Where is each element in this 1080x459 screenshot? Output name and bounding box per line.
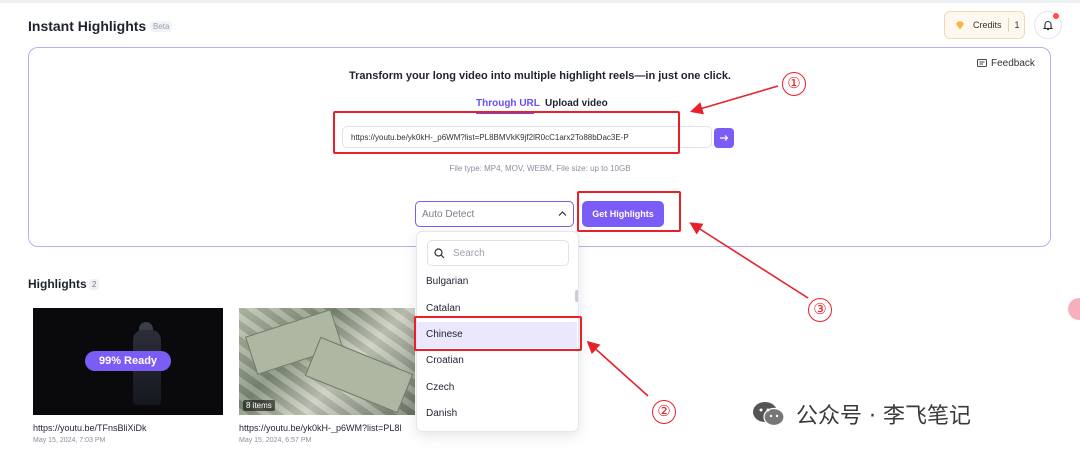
highlights-heading: Highlights [28,277,87,291]
annotation-arrow-2 [586,340,649,397]
annotation-number-3: ③ [808,298,832,322]
annotation-box-url [333,111,680,154]
tab-through-url[interactable]: Through URL [476,98,540,109]
page-title: Instant Highlights [28,18,147,34]
wechat-icon [753,402,785,427]
credits-label: Credits [973,20,1002,30]
annotation-number-1: ① [782,72,806,96]
highlight-url[interactable]: https://youtu.be/yk0kH-_p6WM?list=PL8l [239,423,417,433]
beta-badge: Beta [150,21,173,32]
highlights-count-badge: 2 [89,279,100,290]
credits-button[interactable]: Credits 1 [944,11,1025,39]
top-divider [0,0,1080,3]
credits-separator [1007,18,1009,32]
credits-value: 1 [1014,20,1020,30]
highlight-card-thumbnail[interactable]: 8 items [239,308,415,415]
arrow-right-icon [720,135,729,141]
language-option[interactable]: Danish [417,401,577,427]
highlight-url[interactable]: https://youtu.be/TFnsBliXiDk [33,423,147,433]
dropdown-search-input[interactable]: Search [427,240,569,266]
feedback-icon [977,59,987,67]
tab-upload-video[interactable]: Upload video [545,98,608,109]
wechat-watermark: 公众号 · 李飞笔记 [752,398,971,430]
language-select-value: Auto Detect [422,209,475,220]
feedback-label: Feedback [991,58,1035,69]
annotation-number-2: ② [652,400,676,424]
notification-button[interactable] [1034,11,1062,39]
language-option[interactable]: Bulgarian [417,269,577,295]
watermark-text: 公众号 · 李飞笔记 [796,404,971,429]
highlight-card-thumbnail[interactable]: 99% Ready [33,308,223,415]
language-select[interactable]: Auto Detect [415,201,574,227]
card-headline: Transform your long video into multiple … [349,70,731,82]
file-type-hint: File type: MP4, MOV, WEBM, File size: up… [449,164,631,173]
language-option[interactable]: Croatian [417,348,577,374]
search-icon [434,247,445,258]
items-count-badge: 8 items [243,400,275,411]
banknote-image [304,336,414,414]
chevron-up-icon [558,211,567,216]
url-submit-button[interactable] [714,128,734,148]
gem-icon [956,21,964,29]
dropdown-scrollbar[interactable] [575,290,578,302]
annotation-box-option [414,316,582,351]
floating-help-button[interactable] [1068,298,1080,320]
annotation-box-button [577,191,681,232]
bell-icon [1042,21,1054,31]
feedback-link[interactable]: Feedback [977,58,1035,69]
ready-badge: 99% Ready [85,351,171,371]
notification-dot [1053,13,1059,19]
language-option[interactable]: Czech [417,375,577,401]
highlight-date: May 15, 2024, 6:57 PM [239,437,312,444]
highlight-date: May 15, 2024, 7:03 PM [33,437,106,444]
dropdown-search-placeholder: Search [453,247,485,259]
